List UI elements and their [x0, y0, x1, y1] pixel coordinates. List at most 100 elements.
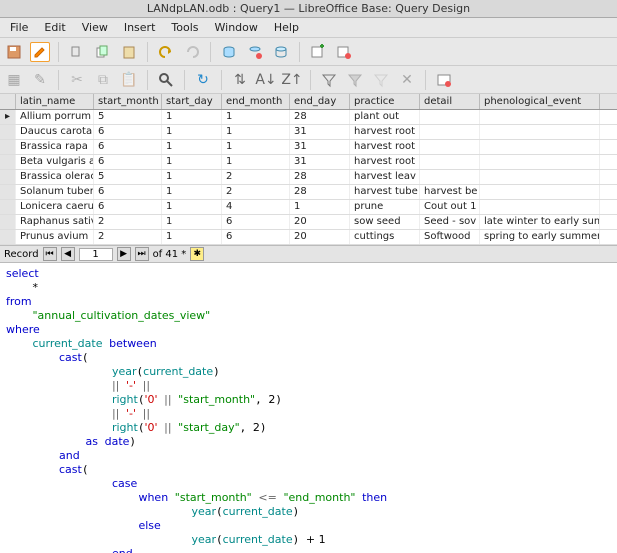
cell-practice[interactable]: harvest root — [350, 155, 420, 169]
cell-latin[interactable]: Prunus avium — [16, 230, 94, 244]
cell-start-day[interactable]: 1 — [162, 215, 222, 229]
cell-phenological[interactable] — [480, 110, 600, 124]
cell-latin[interactable]: Solanum tuber — [16, 185, 94, 199]
table-row[interactable]: Solanum tuber61228harvest tubeharvest be — [0, 185, 617, 200]
col-phenological[interactable]: phenological_event — [480, 94, 600, 109]
cell-start-day[interactable]: 1 — [162, 230, 222, 244]
cell-start-day[interactable]: 1 — [162, 200, 222, 214]
edit-record-icon[interactable]: ✎ — [30, 70, 50, 90]
menu-view[interactable]: View — [74, 19, 116, 36]
sort-asc-icon[interactable]: A↓ — [256, 70, 276, 90]
table-row[interactable]: Daucus carota61131harvest root — [0, 125, 617, 140]
cell-practice[interactable]: cuttings — [350, 230, 420, 244]
cell-latin[interactable]: Beta vulgaris a — [16, 155, 94, 169]
run-query-icon[interactable] — [219, 42, 239, 62]
cell-end-month[interactable]: 6 — [222, 215, 290, 229]
cell-latin[interactable]: Brassica rapa — [16, 140, 94, 154]
copy-icon[interactable] — [93, 42, 113, 62]
cell-end-day[interactable]: 31 — [290, 155, 350, 169]
table-row[interactable]: Brassica rapa61131harvest root — [0, 140, 617, 155]
table-row[interactable]: Beta vulgaris a61131harvest root — [0, 155, 617, 170]
cell-start-day[interactable]: 1 — [162, 110, 222, 124]
cell-detail[interactable]: Seed - sov — [420, 215, 480, 229]
remove-table-icon[interactable] — [334, 42, 354, 62]
refresh-icon[interactable]: ↻ — [193, 70, 213, 90]
cell-latin[interactable]: Brassica olerac — [16, 170, 94, 184]
cell-end-day[interactable]: 28 — [290, 170, 350, 184]
cell-end-day[interactable]: 28 — [290, 185, 350, 199]
cell-practice[interactable]: harvest leav — [350, 170, 420, 184]
nav-prev-icon[interactable]: ◀ — [61, 247, 75, 261]
cell-practice[interactable]: harvest root — [350, 140, 420, 154]
add-table-icon[interactable] — [308, 42, 328, 62]
cell-end-day[interactable]: 20 — [290, 230, 350, 244]
paste2-icon[interactable]: 📋 — [119, 70, 139, 90]
cell-end-month[interactable]: 1 — [222, 140, 290, 154]
undo-icon[interactable] — [156, 42, 176, 62]
col-detail[interactable]: detail — [420, 94, 480, 109]
sort-icon[interactable]: ⇅ — [230, 70, 250, 90]
cell-phenological[interactable]: late winter to early sumr — [480, 215, 600, 229]
copy2-icon[interactable]: ⧉ — [93, 70, 113, 90]
col-end-day[interactable]: end_day — [290, 94, 350, 109]
cell-start-day[interactable]: 1 — [162, 185, 222, 199]
cell-start-month[interactable]: 6 — [94, 185, 162, 199]
cell-practice[interactable]: harvest root — [350, 125, 420, 139]
cell-phenological[interactable] — [480, 125, 600, 139]
cell-start-month[interactable]: 6 — [94, 125, 162, 139]
filter-icon[interactable] — [319, 70, 339, 90]
cell-phenological[interactable]: spring to early summer — [480, 230, 600, 244]
cell-latin[interactable]: Daucus carota — [16, 125, 94, 139]
edit-mode-icon[interactable] — [30, 42, 50, 62]
cell-end-day[interactable]: 31 — [290, 125, 350, 139]
cell-end-day[interactable]: 28 — [290, 110, 350, 124]
cell-detail[interactable] — [420, 140, 480, 154]
cell-start-day[interactable]: 1 — [162, 125, 222, 139]
find-icon[interactable] — [156, 70, 176, 90]
nav-next-icon[interactable]: ▶ — [117, 247, 131, 261]
table-row[interactable]: Lonicera caerul6141pruneCout out 1 — [0, 200, 617, 215]
cell-start-month[interactable]: 5 — [94, 170, 162, 184]
col-practice[interactable]: practice — [350, 94, 420, 109]
menu-edit[interactable]: Edit — [36, 19, 73, 36]
apply-filter-icon[interactable] — [371, 70, 391, 90]
table-row[interactable]: Brassica olerac51228harvest leav — [0, 170, 617, 185]
col-start-month[interactable]: start_month — [94, 94, 162, 109]
cell-practice[interactable]: sow seed — [350, 215, 420, 229]
cell-practice[interactable]: plant out — [350, 110, 420, 124]
redo-icon[interactable] — [182, 42, 202, 62]
cell-end-month[interactable]: 1 — [222, 155, 290, 169]
cell-end-month[interactable]: 6 — [222, 230, 290, 244]
save-icon[interactable] — [4, 42, 24, 62]
cell-detail[interactable] — [420, 155, 480, 169]
nav-last-icon[interactable]: ⏭ — [135, 247, 149, 261]
cell-detail[interactable] — [420, 110, 480, 124]
cell-end-day[interactable]: 1 — [290, 200, 350, 214]
table-row[interactable]: Raphanus sativ21620sow seedSeed - sovlat… — [0, 215, 617, 230]
table-row[interactable]: ▸Allium porrum51128plant out — [0, 110, 617, 125]
menu-file[interactable]: File — [2, 19, 36, 36]
cell-start-day[interactable]: 1 — [162, 155, 222, 169]
cell-detail[interactable] — [420, 125, 480, 139]
cell-end-day[interactable]: 20 — [290, 215, 350, 229]
cell-detail[interactable] — [420, 170, 480, 184]
cut-icon[interactable] — [67, 42, 87, 62]
cell-start-month[interactable]: 5 — [94, 110, 162, 124]
cell-start-day[interactable]: 1 — [162, 140, 222, 154]
clear-query-icon[interactable] — [245, 42, 265, 62]
cell-end-month[interactable]: 2 — [222, 170, 290, 184]
nav-new-icon[interactable]: ✱ — [190, 247, 204, 261]
autofilter-icon[interactable] — [345, 70, 365, 90]
cell-phenological[interactable] — [480, 200, 600, 214]
cell-phenological[interactable] — [480, 170, 600, 184]
cell-end-month[interactable]: 2 — [222, 185, 290, 199]
cell-start-month[interactable]: 6 — [94, 140, 162, 154]
sql-view-icon[interactable] — [271, 42, 291, 62]
menu-insert[interactable]: Insert — [116, 19, 164, 36]
cell-latin[interactable]: Lonicera caerul — [16, 200, 94, 214]
cell-practice[interactable]: prune — [350, 200, 420, 214]
nav-position-input[interactable] — [79, 248, 113, 261]
menu-tools[interactable]: Tools — [163, 19, 206, 36]
menu-help[interactable]: Help — [266, 19, 307, 36]
cell-detail[interactable]: Cout out 1 — [420, 200, 480, 214]
